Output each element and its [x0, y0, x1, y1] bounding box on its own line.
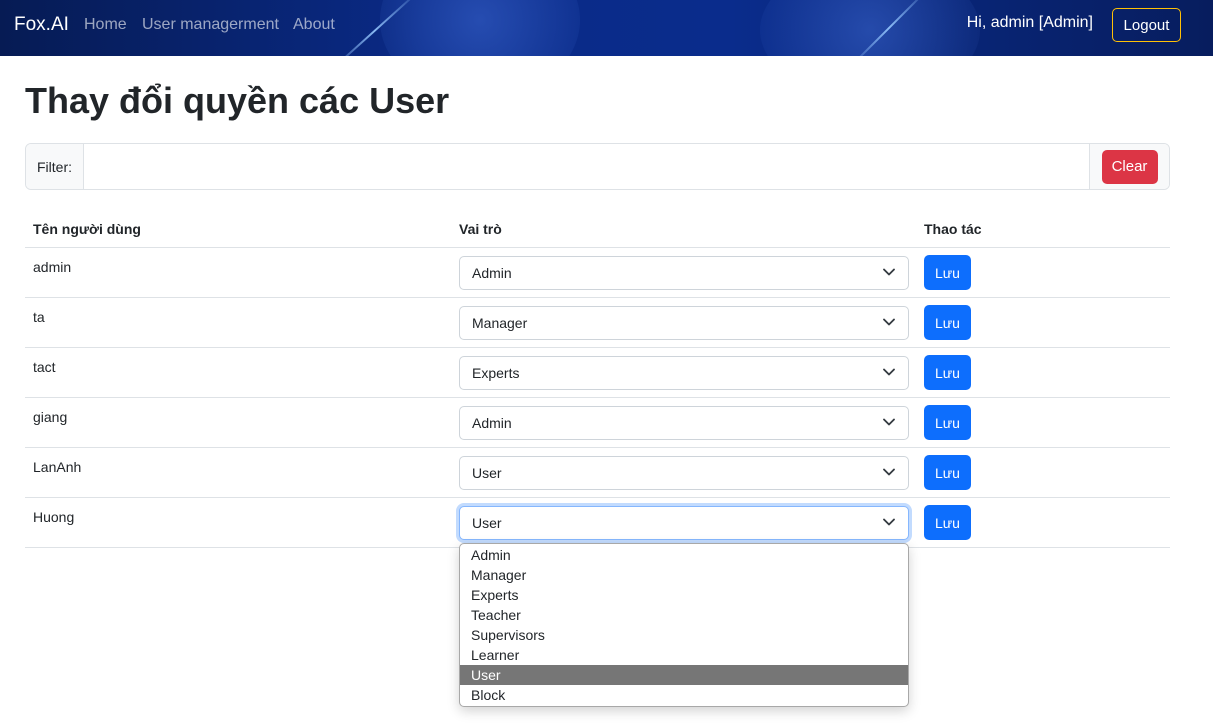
filter-label: Filter: [26, 144, 84, 189]
username-cell: giang [33, 409, 68, 425]
chevron-down-icon [883, 418, 895, 425]
role-select[interactable]: Admin [459, 255, 909, 290]
dropdown-option-user[interactable]: User [460, 665, 908, 685]
table-row: tact Experts Lưu [25, 348, 1170, 398]
nav-link-about[interactable]: About [293, 16, 335, 34]
save-button[interactable]: Lưu [924, 505, 971, 540]
navbar-glow [380, 0, 580, 56]
clear-button[interactable]: Clear [1101, 149, 1158, 184]
nav-link-user-management[interactable]: User managerment [142, 16, 279, 34]
logout-button[interactable]: Logout [1112, 8, 1181, 42]
role-select[interactable]: User [459, 455, 909, 490]
role-select-value: User [472, 464, 502, 481]
dropdown-option-learner[interactable]: Learner [460, 645, 908, 665]
dropdown-option-admin[interactable]: Admin [460, 545, 908, 565]
page-title: Thay đổi quyền các User [25, 80, 450, 121]
username-cell: tact [33, 359, 56, 375]
username-cell: Huong [33, 509, 75, 525]
dropdown-option-block[interactable]: Block [460, 685, 908, 705]
save-button[interactable]: Lưu [924, 355, 971, 390]
role-select-value: Experts [472, 364, 520, 381]
role-dropdown-list: Admin Manager Experts Teacher Supervisor… [459, 543, 909, 707]
nav-link-home[interactable]: Home [84, 16, 127, 34]
chevron-down-icon [883, 468, 895, 475]
role-select[interactable]: Experts [459, 355, 909, 390]
role-select-value: Manager [472, 314, 528, 331]
dropdown-option-experts[interactable]: Experts [460, 585, 908, 605]
table-row: LanAnh User Lưu [25, 448, 1170, 498]
role-select[interactable]: Manager [459, 305, 909, 340]
filter-input[interactable] [84, 144, 1089, 189]
chevron-down-icon [883, 268, 895, 275]
role-select-open[interactable]: User [459, 505, 909, 540]
table-row: admin Admin Lưu [25, 248, 1170, 298]
table-row: ta Manager Lưu [25, 298, 1170, 348]
table-row: Huong User Lưu [25, 498, 1170, 548]
username-cell: ta [33, 309, 45, 325]
save-button[interactable]: Lưu [924, 255, 971, 290]
dropdown-option-manager[interactable]: Manager [460, 565, 908, 585]
user-greeting: Hi, admin [Admin] [966, 14, 1093, 31]
brand-logo[interactable]: Fox.AI [14, 14, 69, 36]
username-cell: admin [33, 259, 72, 275]
header-role: Vai trò [459, 220, 502, 237]
dropdown-option-supervisors[interactable]: Supervisors [460, 625, 908, 645]
navbar: Fox.AI Home User managerment About Hi, a… [0, 0, 1213, 56]
filter-group: Filter: Clear [25, 143, 1170, 190]
table-row: giang Admin Lưu [25, 398, 1170, 448]
save-button[interactable]: Lưu [924, 405, 971, 440]
save-button[interactable]: Lưu [924, 455, 971, 490]
chevron-down-icon [883, 518, 895, 525]
dropdown-option-teacher[interactable]: Teacher [460, 605, 908, 625]
filter-addon: Clear [1089, 144, 1169, 189]
header-actions: Thao tác [924, 220, 982, 237]
chevron-down-icon [883, 318, 895, 325]
role-select-value: Admin [472, 264, 512, 281]
table-header: Tên người dùng Vai trò Thao tác [25, 210, 1170, 248]
user-role-table: Tên người dùng Vai trò Thao tác admin Ad… [25, 210, 1170, 548]
role-select[interactable]: Admin [459, 405, 909, 440]
role-select-value: User [472, 514, 502, 531]
role-select-value: Admin [472, 414, 512, 431]
username-cell: LanAnh [33, 459, 82, 475]
chevron-down-icon [883, 368, 895, 375]
header-username: Tên người dùng [33, 220, 141, 237]
save-button[interactable]: Lưu [924, 305, 971, 340]
